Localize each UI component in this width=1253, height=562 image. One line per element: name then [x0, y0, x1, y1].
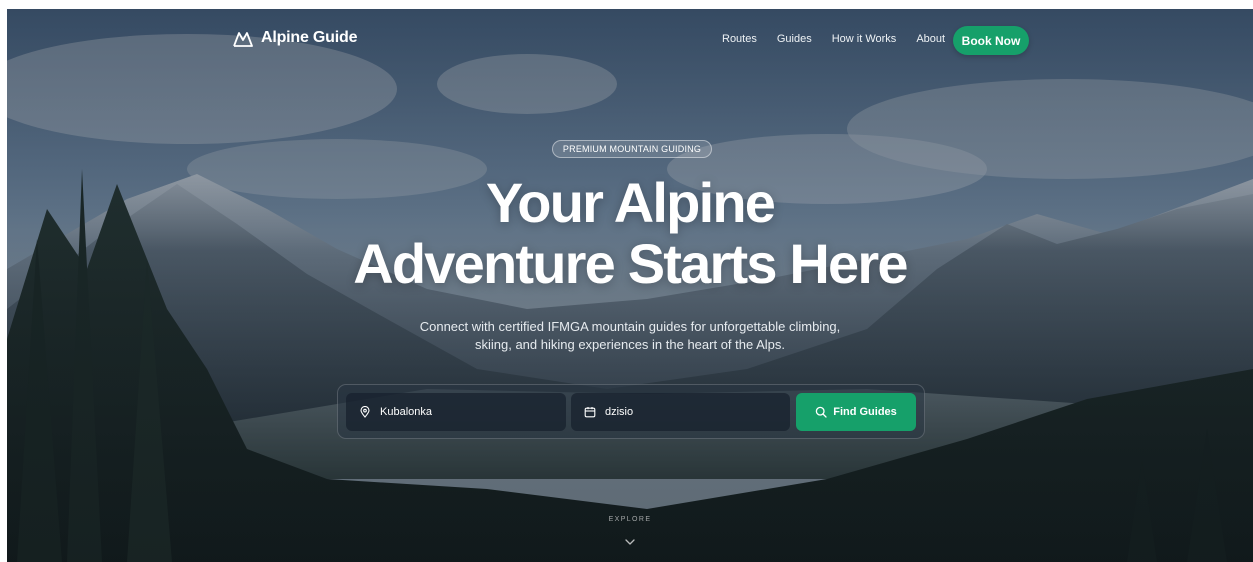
hero-subtitle-line1: Connect with certified IFMGA mountain gu…	[419, 319, 841, 334]
find-guides-label: Find Guides	[833, 406, 897, 418]
brand-name: Alpine Guide	[261, 29, 358, 46]
date-input[interactable]: dzisio	[571, 393, 790, 431]
guide-search-form: Kubalonka dzisio Find Guides	[337, 384, 925, 439]
calendar-icon	[584, 407, 596, 418]
top-navigation: Alpine Guide Routes Guides How it Works …	[7, 9, 1253, 69]
hero-subtitle: Connect with certified IFMGA mountain gu…	[380, 318, 880, 354]
location-input[interactable]: Kubalonka	[346, 393, 566, 431]
find-guides-button[interactable]: Find Guides	[796, 393, 916, 431]
nav-links: Routes Guides How it Works About	[722, 33, 945, 45]
book-now-button[interactable]: Book Now	[953, 26, 1029, 55]
hero-headline-line2: Adventure Starts Here	[353, 232, 908, 295]
mountain-icon	[233, 31, 253, 47]
nav-link-how-it-works[interactable]: How it Works	[832, 33, 897, 45]
hero-section: Alpine Guide Routes Guides How it Works …	[7, 9, 1253, 562]
date-value: dzisio	[605, 406, 634, 418]
map-pin-icon	[360, 406, 370, 418]
location-value: Kubalonka	[380, 406, 432, 418]
nav-link-routes[interactable]: Routes	[722, 33, 757, 45]
nav-link-guides[interactable]: Guides	[777, 33, 812, 45]
explore-label: EXPLORE	[608, 516, 652, 523]
hero-headline: Your Alpine Adventure Starts Here	[7, 172, 1253, 294]
hero-badge: PREMIUM MOUNTAIN GUIDING	[552, 140, 712, 158]
hero-subtitle-line2: skiing, and hiking experiences in the he…	[474, 337, 786, 352]
chevron-down-icon[interactable]	[624, 538, 636, 546]
hero-headline-line1: Your Alpine	[485, 171, 776, 234]
search-icon	[815, 406, 827, 418]
brand-logo[interactable]: Alpine Guide	[233, 29, 357, 47]
nav-link-about[interactable]: About	[916, 33, 945, 45]
